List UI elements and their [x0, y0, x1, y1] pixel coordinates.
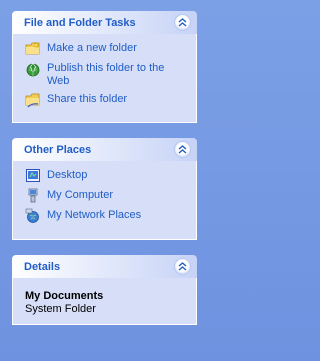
- details-item-type: System Folder: [25, 303, 96, 315]
- task-label: Make a new folder: [47, 42, 137, 54]
- other-places-header[interactable]: Other Places: [12, 138, 197, 161]
- details-panel: Details My Documents System Folder: [12, 255, 197, 325]
- place-label: Desktop: [47, 169, 88, 181]
- file-folder-tasks-panel: File and Folder Tasks Make a new folder …: [12, 11, 197, 123]
- place-my-network-places[interactable]: My Network Places: [25, 208, 188, 224]
- file-folder-tasks-header[interactable]: File and Folder Tasks: [12, 11, 197, 34]
- task-label: Share this folder: [47, 93, 128, 105]
- panel-title: Other Places: [24, 143, 92, 156]
- collapse-chevron-icon[interactable]: [174, 258, 191, 275]
- publish-web-icon: [26, 62, 40, 77]
- task-label: Publish this folder to the Web: [47, 62, 165, 87]
- panel-title: File and Folder Tasks: [24, 16, 136, 29]
- panel-title: Details: [24, 260, 61, 273]
- details-body: My Documents System Folder: [12, 278, 197, 325]
- other-places-panel: Other Places Desktop My Computer My Netw…: [12, 138, 197, 240]
- place-label: My Network Places: [47, 209, 142, 221]
- place-desktop[interactable]: Desktop: [25, 168, 188, 184]
- other-places-body: Desktop My Computer My Network Places: [12, 161, 197, 240]
- network-places-icon: [25, 208, 39, 223]
- collapse-chevron-icon[interactable]: [174, 14, 191, 31]
- place-label: My Computer: [47, 189, 114, 201]
- task-share-folder[interactable]: Share this folder: [25, 92, 188, 108]
- task-make-new-folder[interactable]: Make a new folder: [25, 41, 188, 57]
- details-item-name: My Documents: [25, 290, 104, 302]
- desktop-icon: [26, 169, 40, 182]
- new-folder-icon: [25, 41, 40, 55]
- task-publish-folder-web[interactable]: Publish this folder to the Web: [25, 61, 188, 88]
- share-folder-icon: [25, 93, 40, 108]
- details-header[interactable]: Details: [12, 255, 197, 278]
- my-computer-icon: [28, 188, 38, 203]
- collapse-chevron-icon[interactable]: [174, 141, 191, 158]
- file-folder-tasks-body: Make a new folder Publish this folder to…: [12, 34, 197, 123]
- place-my-computer[interactable]: My Computer: [25, 188, 188, 204]
